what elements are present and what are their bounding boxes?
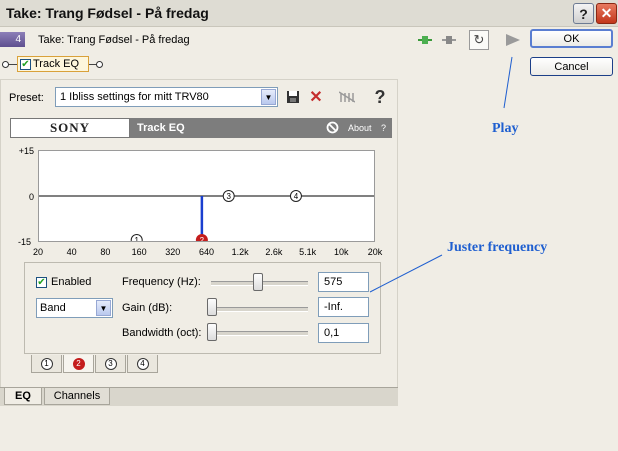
annotation-lines (369, 56, 513, 293)
play-annotation: Play (492, 121, 519, 136)
frequency-annotation-line (369, 254, 443, 293)
frequency-annotation: Juster frequency (447, 240, 548, 255)
play-annotation-line (503, 56, 513, 109)
